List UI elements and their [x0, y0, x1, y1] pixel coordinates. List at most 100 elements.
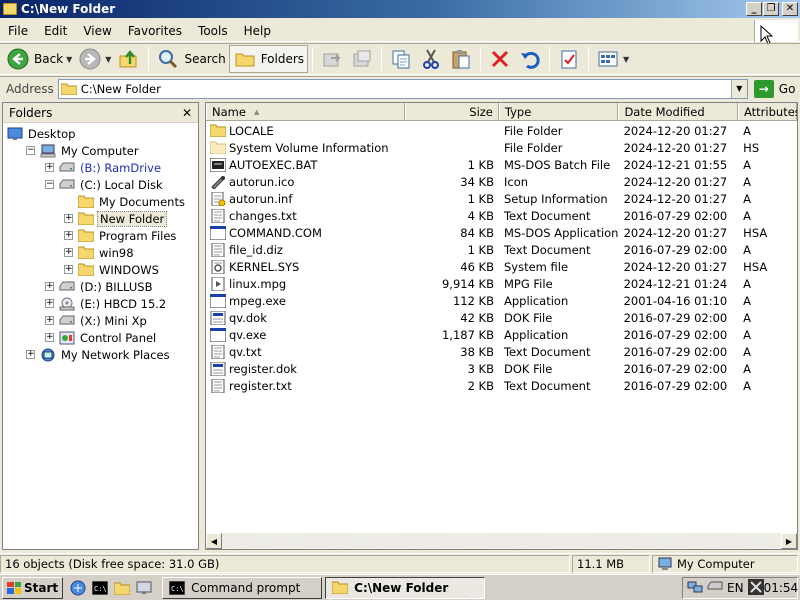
tree-item-program-files[interactable]: + Program Files	[3, 227, 198, 244]
expand-icon[interactable]: +	[64, 265, 73, 274]
expand-icon[interactable]: +	[45, 282, 54, 291]
expand-icon[interactable]: +	[45, 299, 54, 308]
tree-item-e-hbcd-15-2[interactable]: + (E:) HBCD 15.2	[3, 295, 198, 312]
command-prompt-icon[interactable]: C:\	[91, 580, 109, 596]
dark-app-tray-icon[interactable]	[747, 578, 764, 598]
file-row[interactable]: AUTOEXEC.BAT 1 KB MS-DOS Batch File 2024-12…	[206, 156, 797, 173]
forward-button[interactable]: ▼	[75, 45, 114, 73]
up-button[interactable]	[114, 45, 144, 73]
file-name-cell[interactable]: register.txt	[206, 378, 405, 393]
file-row[interactable]: register.txt 2 KB Text Document 2016-07-29 …	[206, 377, 797, 394]
menu-edit[interactable]: Edit	[36, 24, 75, 38]
expand-icon[interactable]: +	[64, 248, 73, 257]
taskbar-button[interactable]: C:\New Folder	[325, 576, 486, 599]
back-button[interactable]: Back ▼	[3, 45, 75, 73]
tree-item-control-panel[interactable]: + Control Panel	[3, 329, 198, 346]
close-icon[interactable]: ✕	[182, 106, 192, 120]
cut-button[interactable]	[416, 45, 446, 73]
tree-item-c-local-disk[interactable]: − (C:) Local Disk	[3, 176, 198, 193]
column-header-attributes[interactable]: Attributes	[738, 103, 797, 120]
expand-icon[interactable]: +	[45, 316, 54, 325]
network-tray-icon[interactable]	[687, 580, 703, 597]
file-name-cell[interactable]: file_id.diz	[206, 242, 405, 257]
file-name-cell[interactable]: qv.dok	[206, 310, 405, 325]
file-name-cell[interactable]: changes.txt	[206, 208, 405, 223]
column-header-name[interactable]: Name ▲	[206, 103, 406, 120]
collapse-icon[interactable]: −	[26, 146, 35, 155]
file-name-cell[interactable]: System Volume Information	[206, 141, 405, 155]
file-name-cell[interactable]: register.dok	[206, 361, 405, 376]
language-indicator[interactable]: EN	[727, 581, 744, 595]
file-name-cell[interactable]: KERNEL.SYS	[206, 259, 405, 274]
file-name-cell[interactable]: mpeg.exe	[206, 293, 405, 308]
copy-button[interactable]	[386, 45, 416, 73]
scroll-left-icon[interactable]: ◀	[206, 533, 222, 549]
move-to-button[interactable]	[317, 45, 347, 73]
file-name-cell[interactable]: LOCALE	[206, 124, 405, 138]
taskbar-button[interactable]: C:\ Command prompt	[162, 576, 323, 599]
file-row[interactable]: System Volume Information File Folder 2024…	[206, 139, 797, 156]
search-button[interactable]: Search	[153, 45, 228, 73]
file-row[interactable]: COMMAND.COM 84 KB MS-DOS Application 2024-1…	[206, 224, 797, 241]
delete-button[interactable]	[485, 45, 515, 73]
tree-item-x-mini-xp[interactable]: + (X:) Mini Xp	[3, 312, 198, 329]
forward-dropdown-icon[interactable]: ▼	[105, 55, 111, 64]
explorer-icon[interactable]	[69, 580, 87, 596]
expand-icon[interactable]: +	[64, 214, 73, 223]
menu-help[interactable]: Help	[236, 24, 279, 38]
file-row[interactable]: linux.mpg 9,914 KB MPG File 2024-12-21 01:2…	[206, 275, 797, 292]
scroll-track[interactable]	[222, 533, 781, 549]
file-name-cell[interactable]: linux.mpg	[206, 276, 405, 291]
menu-file[interactable]: File	[0, 24, 36, 38]
menu-tools[interactable]: Tools	[190, 24, 236, 38]
file-row[interactable]: autorun.inf 1 KB Setup Information 2024-12-…	[206, 190, 797, 207]
address-input[interactable]: C:\New Folder ▼	[57, 78, 748, 99]
tree-item-win98[interactable]: + win98	[3, 244, 198, 261]
menu-favorites[interactable]: Favorites	[120, 24, 190, 38]
file-row[interactable]: qv.txt 38 KB Text Document 2016-07-29 02:00…	[206, 343, 797, 360]
file-row[interactable]: file_id.diz 1 KB Text Document 2016-07-29 0…	[206, 241, 797, 258]
address-dropdown-icon[interactable]: ▼	[730, 79, 747, 98]
views-button[interactable]: ▼	[593, 45, 632, 73]
tree-item-my-documents[interactable]: My Documents	[3, 193, 198, 210]
file-row[interactable]: LOCALE File Folder 2024-12-20 01:27 A	[206, 122, 797, 139]
file-row[interactable]: register.dok 3 KB DOK File 2016-07-29 02:00…	[206, 360, 797, 377]
file-name-cell[interactable]: autorun.inf	[206, 191, 405, 206]
start-button[interactable]: Start	[2, 576, 64, 599]
menu-view[interactable]: View	[75, 24, 119, 38]
tree-item-my-network-places[interactable]: + My Network Places	[3, 346, 198, 363]
file-name-cell[interactable]: qv.txt	[206, 344, 405, 359]
column-header-size[interactable]: Size	[405, 103, 499, 120]
undo-button[interactable]	[515, 45, 545, 73]
file-name-cell[interactable]: AUTOEXEC.BAT	[206, 157, 405, 172]
file-name-cell[interactable]: autorun.ico	[206, 175, 405, 189]
tree-item-b-ramdrive[interactable]: + (B:) RamDrive	[3, 159, 198, 176]
close-button[interactable]: ✕	[782, 2, 798, 16]
folders-button[interactable]: Folders	[228, 45, 309, 73]
file-name-cell[interactable]: COMMAND.COM	[206, 225, 405, 240]
minimize-button[interactable]: _	[746, 2, 762, 16]
folder-icon[interactable]	[113, 580, 131, 596]
column-header-date[interactable]: Date Modified	[618, 103, 738, 120]
horizontal-scrollbar[interactable]: ◀ ▶	[206, 533, 797, 549]
column-header-type[interactable]: Type	[498, 103, 619, 120]
expand-icon[interactable]: +	[64, 231, 73, 240]
file-row[interactable]: changes.txt 4 KB Text Document 2016-07-29 0…	[206, 207, 797, 224]
tree-item-windows[interactable]: + WINDOWS	[3, 261, 198, 278]
tree-item-desktop[interactable]: Desktop	[3, 125, 198, 142]
properties-button[interactable]	[554, 45, 584, 73]
copy-to-button[interactable]	[347, 45, 377, 73]
paste-button[interactable]	[446, 45, 476, 73]
file-row[interactable]: KERNEL.SYS 46 KB System file 2024-12-20 01:…	[206, 258, 797, 275]
file-row[interactable]: mpeg.exe 112 KB Application 2001-04-16 01:1…	[206, 292, 797, 309]
tree-item-new-folder[interactable]: + New Folder	[3, 210, 198, 227]
file-row[interactable]: qv.dok 42 KB DOK File 2016-07-29 02:00 A	[206, 309, 797, 326]
collapse-icon[interactable]: −	[45, 180, 54, 189]
back-dropdown-icon[interactable]: ▼	[66, 55, 72, 64]
expand-icon[interactable]: +	[26, 350, 35, 359]
go-button[interactable]: → Go	[753, 79, 795, 98]
expand-icon[interactable]: +	[45, 333, 54, 342]
file-name-cell[interactable]: qv.exe	[206, 327, 405, 342]
tree-item-my-computer[interactable]: − My Computer	[3, 142, 198, 159]
drive-tray-icon[interactable]	[707, 581, 723, 596]
